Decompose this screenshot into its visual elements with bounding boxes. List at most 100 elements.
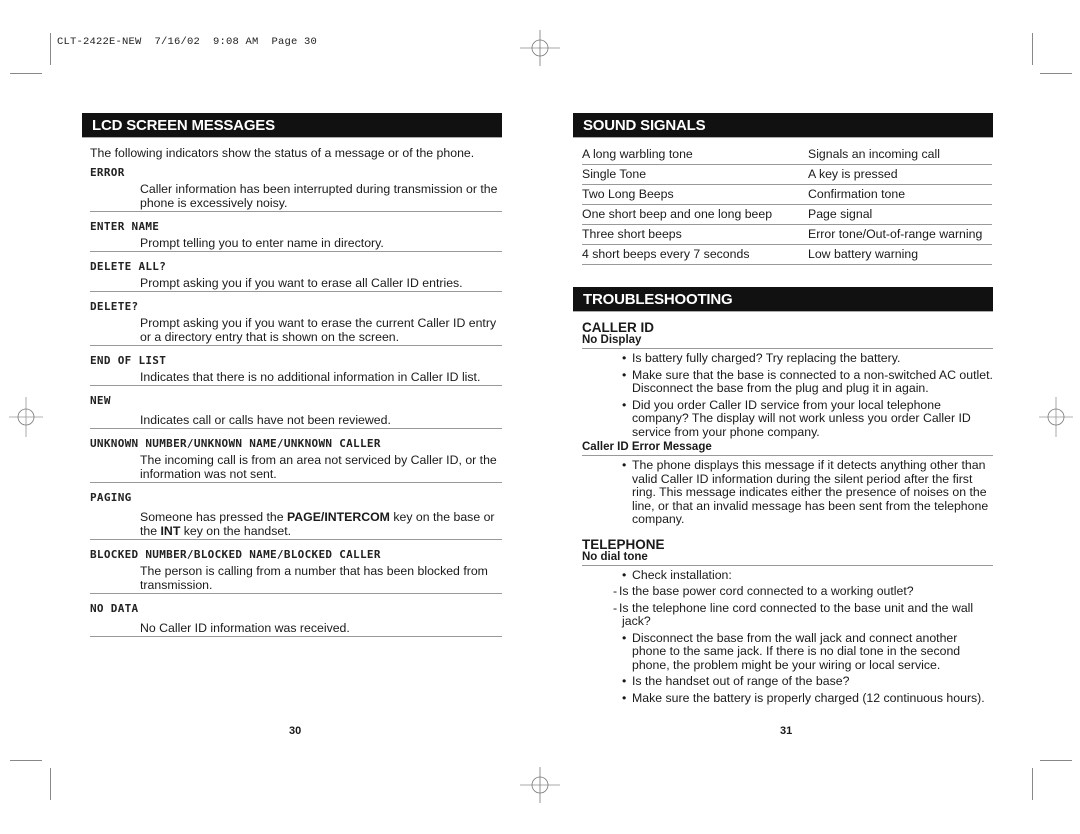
lcd-item: DELETE ALL? Prompt asking you if you wan… [90, 259, 502, 292]
list-item: - Is the base power cord connected to a w… [613, 584, 993, 599]
lcd-item: UNKNOWN NUMBER/UNKNOWN NAME/UNKNOWN CALL… [90, 436, 502, 483]
lcd-code: DELETE ALL? [90, 260, 167, 273]
list-item: • The phone displays this message if it d… [622, 458, 993, 527]
list-item-text: Disconnect the base from the wall jack a… [632, 630, 961, 672]
lcd-desc-text: key on the handset. [180, 524, 292, 538]
list-item: - Is the telephone line cord connected to… [613, 600, 993, 629]
lcd-desc: Prompt telling you to enter name in dire… [140, 236, 384, 250]
lcd-desc: The person is calling from a number that… [140, 564, 488, 592]
crop-mark-bottom-right-h [1040, 760, 1072, 761]
lcd-intro: The following indicators show the status… [90, 146, 475, 160]
lcd-code: ERROR [90, 166, 125, 179]
lcd-desc: Prompt asking you if you want to erase t… [140, 316, 497, 344]
printer-slug: CLT-2422E-NEW 7/16/02 9:08 AM Page 30 [57, 36, 318, 48]
lcd-desc: Caller information has been interrupted … [140, 182, 498, 210]
crop-mark-top-right-h [1040, 73, 1072, 74]
list-item: • Did you order Caller ID service from yo… [622, 397, 993, 440]
no-dial-tone-heading: No dial tone [582, 551, 993, 566]
table-row: A long warbling tone Signals an incoming … [582, 145, 992, 165]
list-item: • Disconnect the base from the wall jack … [622, 630, 993, 673]
crop-mark-bottom-left-v [50, 768, 51, 800]
list-item: • Is the handset out of range of the base… [622, 674, 993, 689]
meaning-cell: Error tone/Out-of-range warning [808, 224, 992, 245]
sound-signals-table: A long warbling tone Signals an incoming … [582, 145, 992, 265]
lcd-desc: Prompt asking you if you want to erase a… [140, 276, 463, 290]
telephone-heading: TELEPHONE [582, 536, 665, 552]
bullet-icon: • [622, 690, 627, 705]
signal-cell: A long warbling tone [582, 145, 808, 165]
lcd-item: END OF LIST Indicates that there is no a… [90, 353, 502, 386]
bullet-icon: • [622, 397, 627, 412]
crop-mark-bottom-right-v [1032, 768, 1033, 800]
crop-mark-top-left-v [50, 33, 51, 65]
page-number-right: 31 [780, 725, 793, 737]
lcd-code: NEW [90, 394, 111, 407]
caller-id-heading: CALLER ID [582, 320, 654, 335]
bullet-icon: • [622, 351, 627, 365]
page-number-left: 30 [289, 725, 302, 737]
lcd-code: BLOCKED NUMBER/BLOCKED NAME/BLOCKED CALL… [90, 548, 381, 561]
registration-mark-top [520, 28, 560, 68]
lcd-code: END OF LIST [90, 354, 167, 367]
bullet-icon: • [622, 458, 627, 472]
lcd-desc-text: Someone has pressed the [140, 510, 287, 524]
int-key-label: INT [160, 524, 181, 538]
list-item-text: Is the base power cord connected to a wo… [619, 584, 914, 598]
meaning-cell: Low battery warning [808, 244, 992, 265]
right-page: SOUND SIGNALS A long warbling tone Signal… [573, 113, 993, 708]
lcd-desc: Someone has pressed the PAGE/INTERCOM ke… [90, 510, 502, 538]
list-item-text: Make sure that the base is connected to … [632, 367, 993, 395]
list-item: • Check installation: [622, 567, 993, 583]
meaning-cell: Signals an incoming call [808, 145, 992, 165]
table-row: Single Tone A key is pressed [582, 164, 992, 185]
list-item: • Make sure that the base is connected to… [622, 367, 993, 396]
lcd-code: DELETE? [90, 300, 139, 313]
lcd-code: ENTER NAME [90, 220, 160, 233]
lcd-desc: Indicates that there is no additional in… [140, 370, 481, 384]
signal-cell: Three short beeps [582, 224, 808, 245]
signal-cell: Single Tone [582, 164, 808, 185]
meaning-cell: Confirmation tone [808, 184, 992, 205]
crop-mark-bottom-left-h [10, 760, 42, 761]
crop-mark-top-right-v [1032, 33, 1033, 65]
list-item-text: Is the handset out of range of the base? [632, 674, 850, 688]
bullet-icon: • [622, 567, 627, 582]
meaning-cell: A key is pressed [808, 164, 992, 185]
registration-mark-left [6, 397, 46, 437]
bullet-icon: • [622, 367, 627, 382]
lcd-item: PAGING Someone has pressed the PAGE/INTE… [90, 490, 502, 540]
lcd-item: NO DATA No Caller ID information was rec… [90, 601, 502, 637]
bullet-icon: • [622, 630, 627, 645]
error-message-list: • The phone displays this message if it d… [573, 458, 993, 527]
signal-cell: One short beep and one long beep [582, 204, 808, 225]
lcd-code: UNKNOWN NUMBER/UNKNOWN NAME/UNKNOWN CALL… [90, 437, 381, 450]
list-item-text: The phone displays this message if it de… [632, 458, 989, 526]
lcd-item: ENTER NAME Prompt telling you to enter n… [90, 219, 502, 252]
sound-signals-banner: SOUND SIGNALS [573, 113, 993, 138]
lcd-code: PAGING [90, 491, 132, 504]
list-item-text: Make sure the battery is properly charge… [632, 690, 985, 705]
list-item: • Is battery fully charged? Try replacing… [622, 351, 993, 366]
list-item-text: Is battery fully charged? Try replacing … [632, 351, 901, 365]
caller-id-error-heading: Caller ID Error Message [582, 441, 993, 456]
lcd-item: DELETE? Prompt asking you if you want to… [90, 299, 502, 346]
list-item-text: Check installation: [632, 567, 732, 582]
list-item-text: Is the telephone line cord connected to … [619, 600, 974, 628]
lcd-item: NEW Indicates call or calls have not bee… [90, 393, 502, 429]
no-dial-tone-list: • Check installation: - Is the base power … [573, 567, 993, 706]
list-item-text: Did you order Caller ID service from you… [632, 397, 971, 439]
lcd-desc: Indicates call or calls have not been re… [140, 413, 391, 427]
signal-cell: Two Long Beeps [582, 184, 808, 205]
crop-mark-top-left-h [10, 73, 42, 74]
signal-cell: 4 short beeps every 7 seconds [582, 244, 808, 265]
meaning-cell: Page signal [808, 204, 992, 225]
lcd-desc: The incoming call is from an area not se… [140, 453, 497, 481]
table-row: 4 short beeps every 7 seconds Low battery… [582, 244, 992, 265]
bullet-icon: • [622, 674, 627, 688]
table-row: Two Long Beeps Confirmation tone [582, 184, 992, 205]
list-item: • Make sure the battery is properly charg… [622, 690, 993, 706]
no-display-heading: No Display [582, 334, 993, 349]
registration-mark-bottom [520, 765, 560, 805]
table-row: One short beep and one long beep Page sig… [582, 204, 992, 225]
no-display-list: • Is battery fully charged? Try replacing… [573, 351, 993, 440]
